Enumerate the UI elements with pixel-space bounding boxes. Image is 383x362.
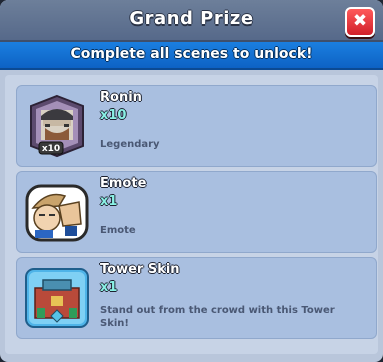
reward-quantity: x10: [100, 108, 127, 123]
close-icon: ✖: [352, 11, 368, 31]
close-button[interactable]: ✖: [345, 7, 375, 37]
reward-title: Emote: [100, 176, 147, 191]
title-bar: Grand Prize ✖: [0, 0, 383, 42]
tower-skin-icon: [25, 268, 89, 328]
reward-title: Tower Skin: [100, 262, 180, 277]
reward-card-tower-skin[interactable]: Tower Skin x1 Stand out from the crowd w…: [16, 257, 377, 339]
reward-card-emote[interactable]: Emote x1 Emote: [16, 171, 377, 253]
grand-prize-dialog: Grand Prize ✖ Complete all scenes to unl…: [0, 0, 383, 362]
rewards-panel: x10 Ronin x10 Legendary Emote x1 Emote T…: [5, 75, 378, 354]
dialog-title: Grand Prize: [129, 8, 254, 29]
unlock-banner: Complete all scenes to unlock!: [0, 42, 383, 70]
reward-description: Legendary: [100, 139, 160, 150]
ronin-card-icon: x10: [30, 94, 84, 158]
banner-text: Complete all scenes to unlock!: [70, 46, 313, 62]
reward-title: Ronin: [100, 90, 142, 105]
reward-card-ronin[interactable]: x10 Ronin x10 Legendary: [16, 85, 377, 167]
emote-icon: [25, 184, 89, 242]
ronin-badge: x10: [42, 144, 60, 154]
reward-quantity: x1: [100, 194, 118, 209]
reward-quantity: x1: [100, 280, 118, 295]
reward-description: Emote: [100, 225, 136, 236]
reward-description: Stand out from the crowd with this Tower…: [100, 305, 335, 329]
